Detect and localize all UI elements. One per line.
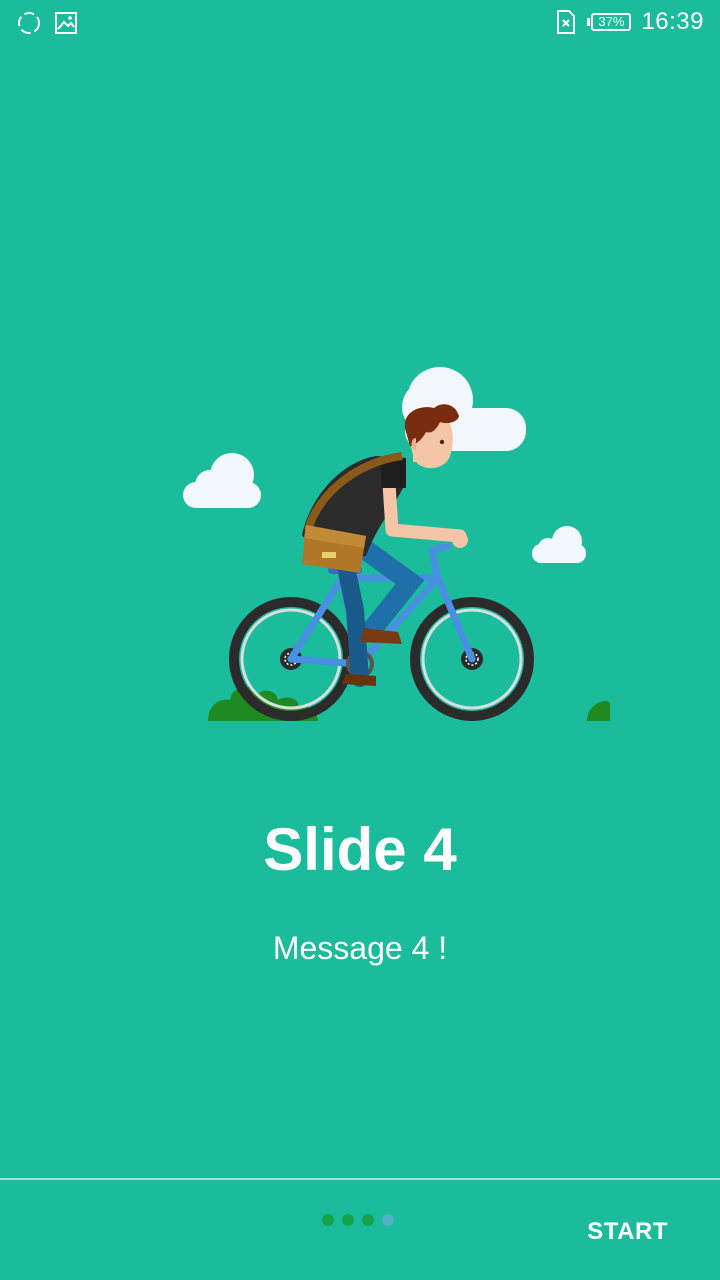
no-sim-icon: [557, 10, 576, 34]
page-dot-1: [322, 1214, 334, 1226]
cloud-left: [183, 453, 261, 508]
status-right-icons: 37% 16:39: [555, 8, 704, 36]
battery-level: 37%: [591, 13, 632, 31]
slide-title: Slide 4: [263, 816, 457, 883]
sync-icon: [18, 12, 40, 34]
slide-message: Message 4 !: [272, 930, 448, 966]
cloud-right: [532, 526, 586, 563]
page-dot-4-active: [382, 1214, 394, 1226]
rider-shoe-back: [342, 674, 376, 686]
page-indicator: [322, 1214, 394, 1226]
rider-hand: [452, 532, 468, 548]
status-bar: 37% 16:39: [0, 0, 720, 48]
image-icon: [55, 12, 77, 34]
rider-shoe-front: [360, 628, 402, 644]
rider-eye: [439, 439, 445, 445]
battery-cap: [587, 18, 591, 26]
status-time: 16:39: [641, 8, 704, 35]
battery-icon: 37%: [587, 13, 632, 31]
status-left-icons: [16, 10, 78, 36]
start-button[interactable]: START: [575, 1204, 680, 1260]
page-dot-3: [362, 1214, 374, 1226]
cyclist-illustration: [183, 367, 610, 721]
battery-percent: 37%: [598, 14, 625, 29]
bush-right: [587, 701, 610, 721]
bottom-divider: [0, 1178, 720, 1180]
page-dot-2: [342, 1214, 354, 1226]
